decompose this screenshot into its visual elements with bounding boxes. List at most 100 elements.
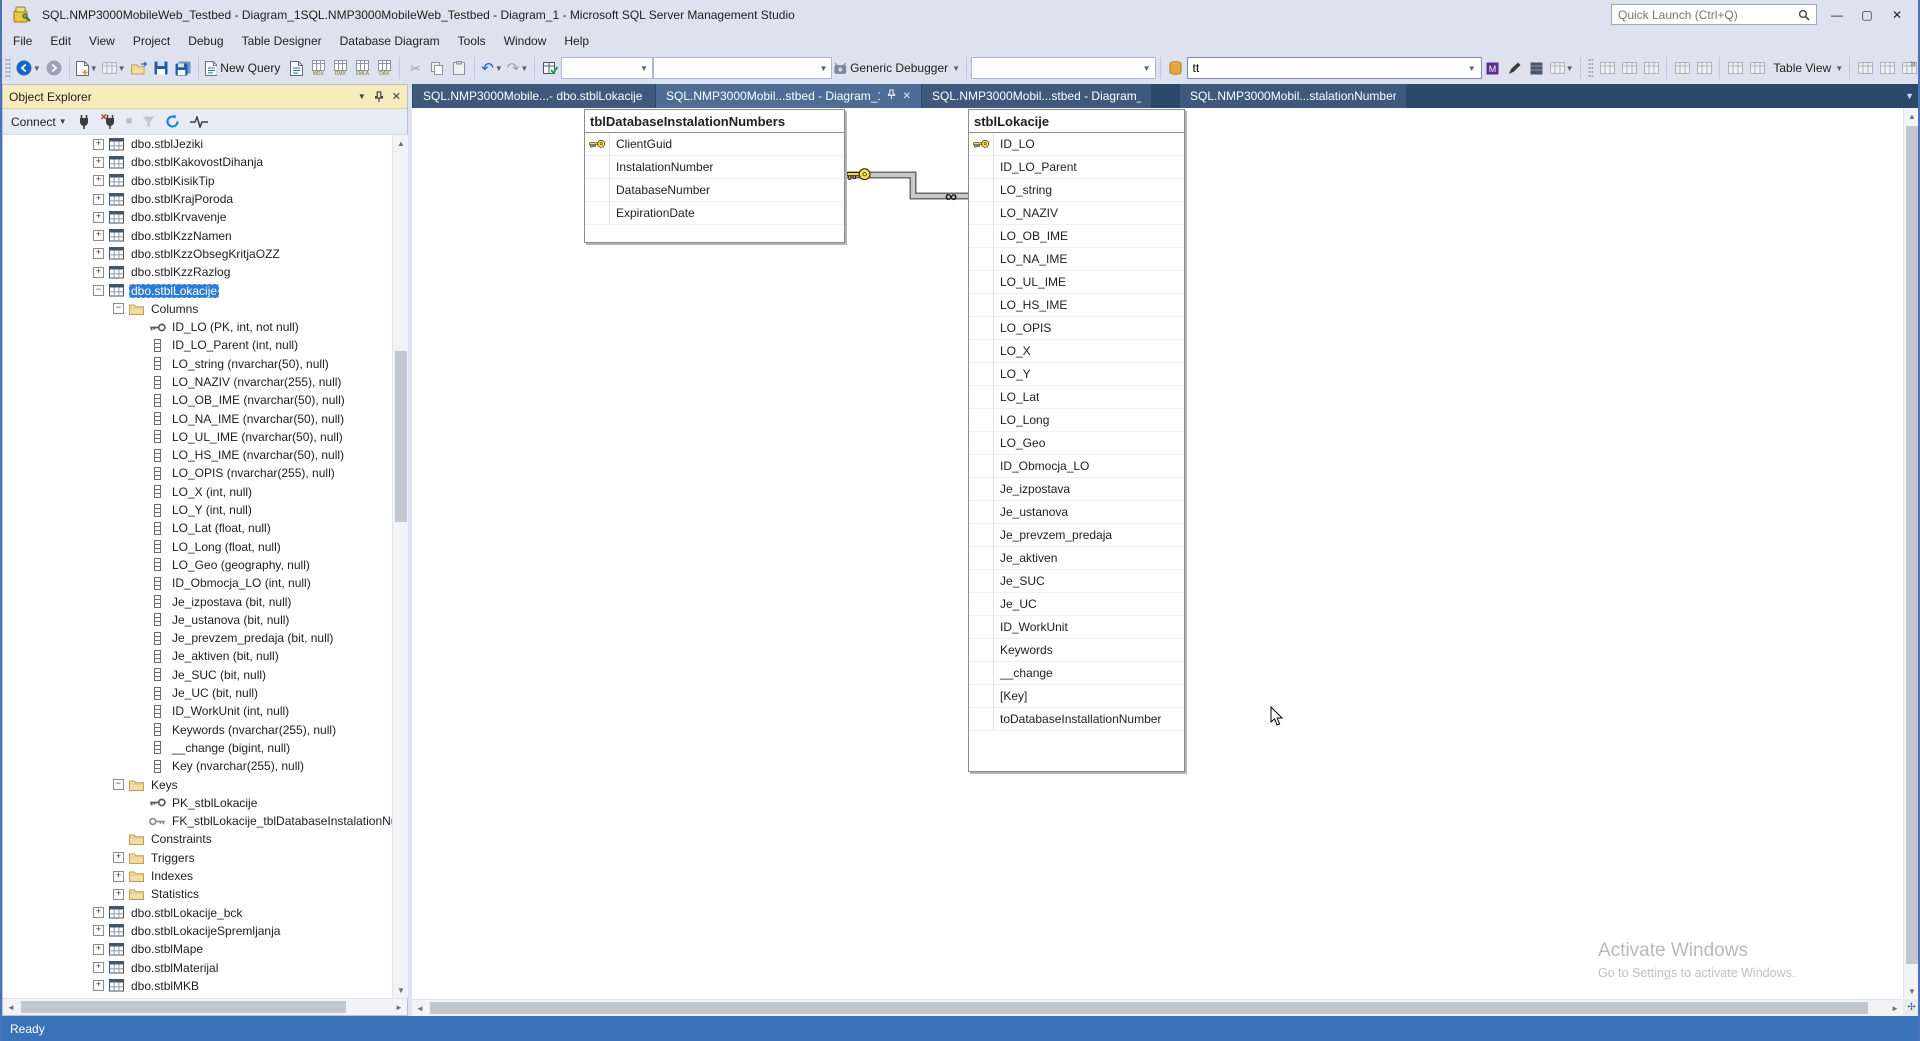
new-text-annotation-button[interactable] xyxy=(1618,56,1640,80)
tree-item[interactable]: LO_UL_IME (nvarchar(50), null) xyxy=(3,428,392,446)
tree-item[interactable]: LO_Lat (float, null) xyxy=(3,519,392,537)
tree-item[interactable]: Je_UC (bit, null) xyxy=(3,684,392,702)
paste-button[interactable] xyxy=(448,56,470,80)
diagram-column-row[interactable]: __change xyxy=(969,662,1184,685)
disconnect-plug-icon[interactable] xyxy=(100,114,116,129)
scroll-left-icon[interactable]: ◄ xyxy=(3,999,19,1015)
tree-item[interactable]: LO_X (int, null) xyxy=(3,483,392,501)
new-query-button[interactable]: New Query xyxy=(203,56,286,80)
tree-item[interactable]: LO_Long (float, null) xyxy=(3,538,392,556)
menu-item-help[interactable]: Help xyxy=(555,31,598,51)
diagram-column-row[interactable]: Je_ustanova xyxy=(969,501,1184,524)
scroll-left-icon[interactable]: ◄ xyxy=(412,1000,428,1016)
tree-item[interactable]: LO_OPIS (nvarchar(255), null) xyxy=(3,464,392,482)
scroll-down-icon[interactable]: ▼ xyxy=(393,982,409,998)
specify-values-button[interactable] xyxy=(539,56,561,80)
diagram-column-row[interactable]: Je_prevzem_predaja xyxy=(969,524,1184,547)
activity-monitor-icon[interactable] xyxy=(190,115,209,128)
diagram-horizontal-scrollbar[interactable]: ◄ ► xyxy=(412,999,1903,1016)
diagram-column-row[interactable]: LO_OPIS xyxy=(969,317,1184,340)
diagram-column-row[interactable]: Keywords xyxy=(969,639,1184,662)
navigate-forward-button[interactable] xyxy=(43,56,65,80)
minimize-button[interactable]: — xyxy=(1822,0,1852,30)
scrollbar-thumb[interactable] xyxy=(1906,126,1918,964)
generic-debugger-button[interactable]: Generic Debugger ▼ xyxy=(832,56,962,80)
close-panel-icon[interactable]: ✕ xyxy=(392,90,401,103)
expand-plus-icon[interactable]: + xyxy=(113,870,124,882)
tree-item[interactable]: + dbo.stblJeziki xyxy=(3,135,392,153)
expand-plus-icon[interactable]: + xyxy=(93,156,104,168)
tab-list-chevron-icon[interactable]: ▼ xyxy=(1905,84,1914,108)
add-table-button[interactable] xyxy=(1596,56,1618,80)
markdown-tool-button[interactable]: M xyxy=(1482,56,1504,80)
filter-dropdown-icon[interactable]: ▼ xyxy=(1468,64,1476,73)
expand-plus-icon[interactable]: + xyxy=(113,888,124,900)
new-dmx-query-button[interactable]: DMX xyxy=(329,56,351,80)
tree-item[interactable]: + dbo.stblKisikTip xyxy=(3,172,392,190)
tree-item[interactable]: Je_izpostava (bit, null) xyxy=(3,592,392,610)
diagram-column-row[interactable]: ID_Obmocja_LO xyxy=(969,455,1184,478)
tree-item[interactable]: − Keys xyxy=(3,775,392,793)
autosize-tables-button[interactable] xyxy=(1724,56,1746,80)
menu-item-view[interactable]: View xyxy=(80,31,124,51)
expand-plus-icon[interactable]: + xyxy=(93,925,104,937)
expand-plus-icon[interactable]: + xyxy=(93,980,104,992)
diagram-column-row[interactable]: [Key] xyxy=(969,685,1184,708)
toolbar-combo-2[interactable]: ▼ xyxy=(652,57,833,79)
diagram-canvas[interactable]: ∞ Activate Windows Go to Settings to act… xyxy=(412,108,1903,999)
menu-item-tools[interactable]: Tools xyxy=(449,31,495,51)
window-position-chevron-icon[interactable]: ▼ xyxy=(358,92,366,101)
scroll-right-icon[interactable]: ► xyxy=(1887,1000,1903,1016)
delete-from-diagram-button[interactable] xyxy=(1693,56,1715,80)
quick-launch-box[interactable]: Quick Launch (Ctrl+Q) xyxy=(1611,4,1817,25)
tree-item[interactable]: ID_LO_Parent (int, null) xyxy=(3,336,392,354)
diagram-column-row[interactable]: LO_Y xyxy=(969,363,1184,386)
tree-item[interactable]: Je_SUC (bit, null) xyxy=(3,666,392,684)
diagram-column-row[interactable]: LO_Lat xyxy=(969,386,1184,409)
collapse-minus-icon[interactable]: − xyxy=(113,303,124,315)
object-explorer-vertical-scrollbar[interactable]: ▲ ▼ xyxy=(392,135,408,998)
scrollbar-thumb[interactable] xyxy=(395,351,407,522)
tree-item[interactable]: + Statistics xyxy=(3,885,392,903)
tree-item[interactable]: FK_stblLokacije_tblDatabaseInstalationNu xyxy=(3,812,392,830)
collapse-minus-icon[interactable]: − xyxy=(93,285,104,297)
tree-item[interactable]: + dbo.stblMape xyxy=(3,940,392,958)
tab-close-icon[interactable]: ✕ xyxy=(903,91,911,102)
cut-button[interactable]: ✂ xyxy=(404,56,426,80)
tree-item[interactable]: PK_stblLokacije xyxy=(3,794,392,812)
tree-item[interactable]: ID_LO (PK, int, not null) xyxy=(3,318,392,336)
tree-item[interactable]: LO_HS_IME (nvarchar(50), null) xyxy=(3,446,392,464)
diagram-column-row[interactable]: Je_aktiven xyxy=(969,547,1184,570)
diagram-column-row[interactable]: LO_X xyxy=(969,340,1184,363)
diagram-column-row[interactable]: ID_WorkUnit xyxy=(969,616,1184,639)
redo-button[interactable]: ↷ ▼ xyxy=(505,56,530,80)
tree-item[interactable]: − Columns xyxy=(3,300,392,318)
menu-item-database-diagram[interactable]: Database Diagram xyxy=(331,31,449,51)
tree-item[interactable]: + dbo.stblKrajPoroda xyxy=(3,190,392,208)
view-page-breaks-button[interactable] xyxy=(1876,56,1898,80)
object-explorer-header[interactable]: Object Explorer ▼ ✕ xyxy=(3,85,407,109)
tree-item[interactable]: − dbo.stblLokacije xyxy=(3,281,392,299)
stop-icon[interactable]: ■ xyxy=(126,116,133,127)
toolbar-filter-input[interactable]: ▼ xyxy=(1186,57,1482,79)
menu-item-project[interactable]: Project xyxy=(124,31,179,51)
expand-plus-icon[interactable]: + xyxy=(93,211,104,223)
database-options-button[interactable] xyxy=(1526,56,1548,80)
menu-item-table-designer[interactable]: Table Designer xyxy=(233,31,331,51)
scrollbar-thumb[interactable] xyxy=(430,1002,1868,1014)
diagram-column-row[interactable]: Je_izpostava xyxy=(969,478,1184,501)
expand-plus-icon[interactable]: + xyxy=(93,138,104,150)
refresh-icon[interactable] xyxy=(165,114,180,129)
expand-plus-icon[interactable]: + xyxy=(93,907,104,919)
diagram-column-row[interactable]: ID_LO xyxy=(969,133,1184,156)
save-all-button[interactable] xyxy=(172,56,194,80)
diagram-table-title[interactable]: tblDatabaseInstalationNumbers xyxy=(585,110,844,133)
maximize-button[interactable]: ▢ xyxy=(1852,0,1882,30)
open-file-button[interactable] xyxy=(128,56,150,80)
diagram-column-row[interactable]: LO_OB_IME xyxy=(969,225,1184,248)
tree-item[interactable]: Keywords (nvarchar(255), null) xyxy=(3,721,392,739)
result-grid-button[interactable]: ▼ xyxy=(1548,56,1576,80)
table-view-button[interactable]: Table View ▼ xyxy=(1768,56,1845,80)
connect-plug-icon[interactable] xyxy=(77,114,91,129)
expand-plus-icon[interactable]: + xyxy=(93,943,104,955)
